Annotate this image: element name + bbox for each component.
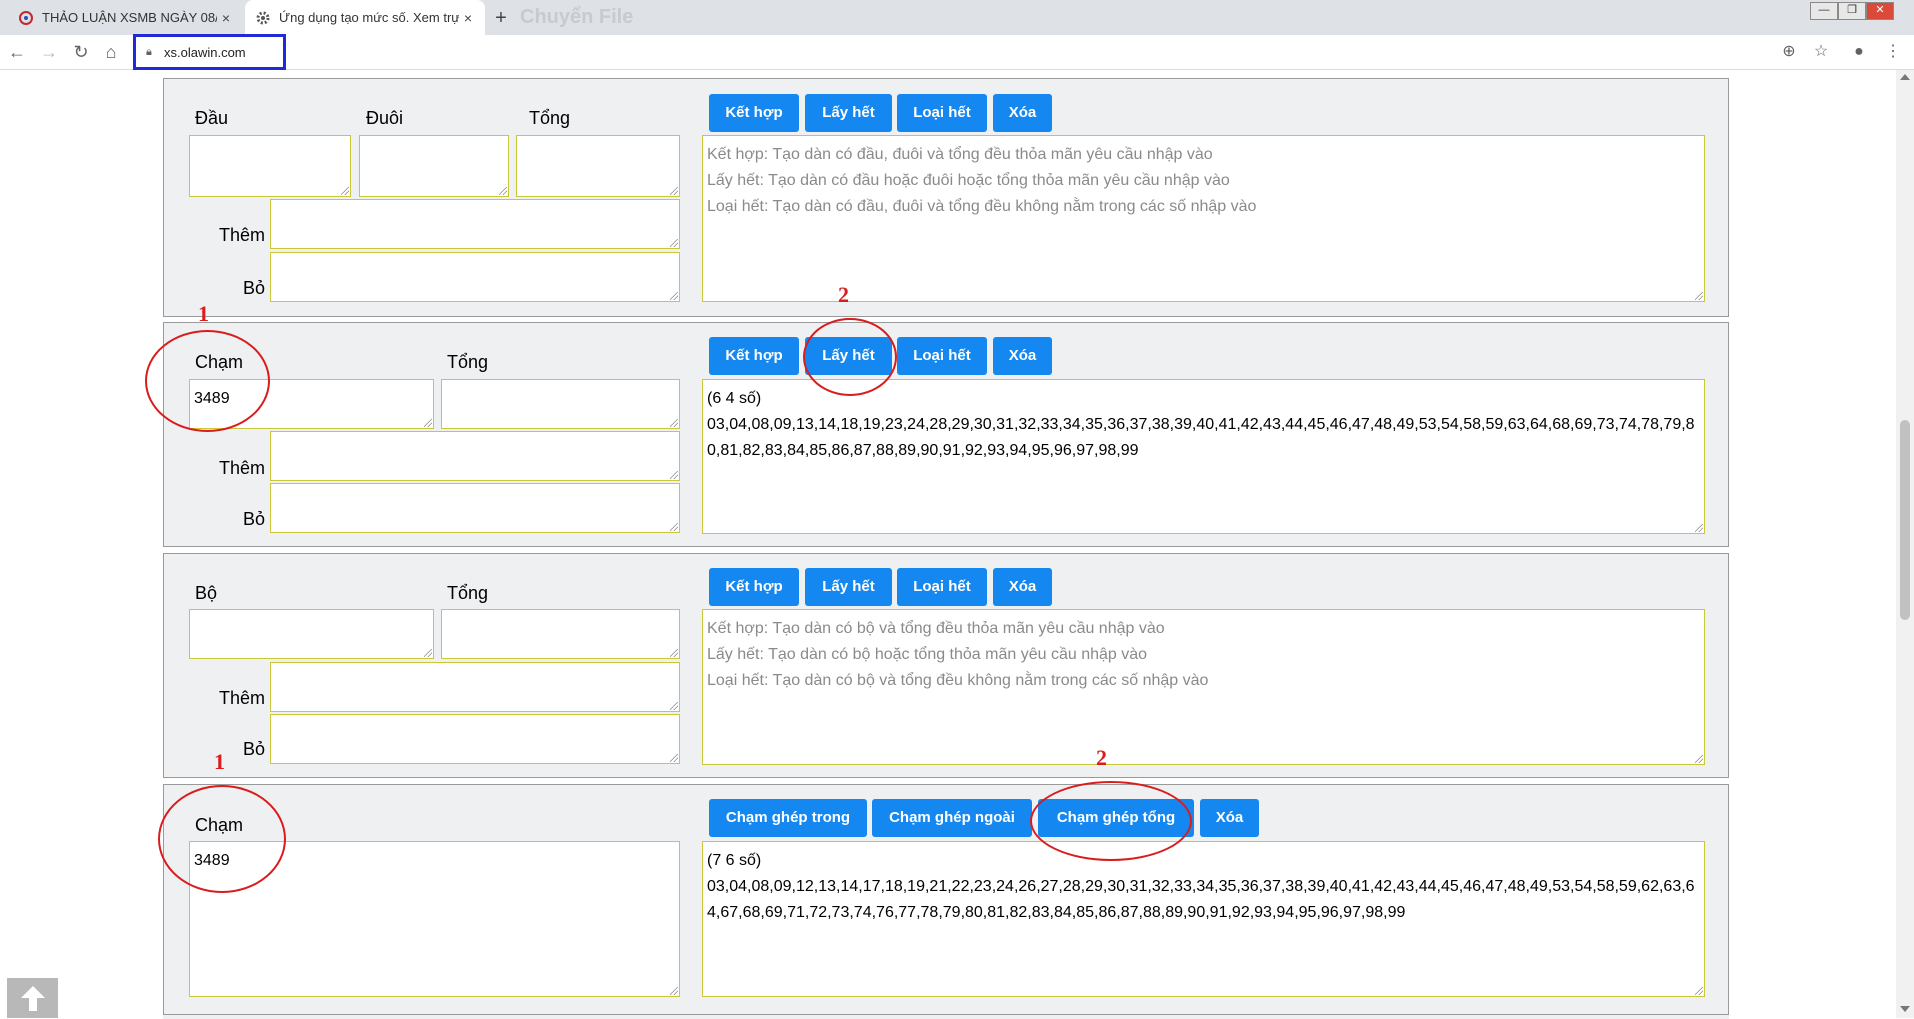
label-tong: Tổng bbox=[447, 352, 489, 372]
annotation-circle-cham bbox=[145, 330, 270, 432]
address-bar[interactable]: 🔒︎ xs.olawin.com bbox=[133, 34, 286, 70]
ket-hop-button[interactable]: Kết hợp bbox=[709, 94, 799, 132]
panel-cham-ghep: Chạm 3489 Chạm ghép trong Chạm ghép ngoà… bbox=[163, 784, 1729, 1016]
tong-input[interactable] bbox=[516, 135, 680, 197]
lock-icon: 🔒︎ bbox=[146, 45, 152, 58]
output-textarea[interactable]: (6 4 số) 03,04,08,09,13,14,18,19,23,24,2… bbox=[702, 379, 1705, 534]
output-result: (7 6 số) 03,04,08,09,12,13,14,17,18,19,2… bbox=[707, 852, 1695, 921]
loai-het-button[interactable]: Loại hết bbox=[897, 337, 987, 375]
label-tong: Tổng bbox=[529, 108, 571, 128]
bookmark-star-icon[interactable]: ☆ bbox=[1810, 41, 1832, 63]
xoa-button[interactable]: Xóa bbox=[993, 568, 1052, 606]
reload-icon[interactable]: ↻ bbox=[70, 41, 92, 63]
bo-input[interactable] bbox=[270, 252, 680, 302]
ket-hop-button[interactable]: Kết hợp bbox=[709, 337, 799, 375]
close-window-button[interactable]: ✕ bbox=[1866, 2, 1894, 20]
xoa-button[interactable]: Xóa bbox=[1200, 799, 1259, 837]
loai-het-button[interactable]: Loại hết bbox=[897, 568, 987, 606]
them-input[interactable] bbox=[270, 662, 680, 712]
label-them: Thêm bbox=[219, 458, 266, 478]
annotation-step-1: 1 bbox=[198, 301, 209, 326]
minimize-button[interactable]: — bbox=[1810, 2, 1838, 20]
output-hint: Kết hợp: Tạo dàn có đầu, đuôi và tổng đề… bbox=[707, 146, 1257, 215]
lay-het-button[interactable]: Lấy hết bbox=[805, 94, 892, 132]
page-scrollbar[interactable] bbox=[1896, 70, 1914, 1018]
forward-icon[interactable]: → bbox=[38, 41, 60, 63]
scrollbar-thumb[interactable] bbox=[1900, 420, 1910, 620]
loai-het-button[interactable]: Loại hết bbox=[897, 94, 987, 132]
home-icon[interactable]: ⌂ bbox=[100, 41, 122, 63]
bo-input[interactable] bbox=[270, 483, 680, 533]
output-textarea[interactable]: Kết hợp: Tạo dàn có bộ và tổng đều thỏa … bbox=[702, 609, 1705, 765]
tong-input[interactable] bbox=[441, 379, 680, 429]
cham-ghep-trong-button[interactable]: Chạm ghép trong bbox=[709, 799, 867, 837]
next-panel-edge bbox=[163, 1014, 1729, 1019]
output-result: (6 4 số) 03,04,08,09,13,14,18,19,23,24,2… bbox=[707, 390, 1695, 459]
gear-favicon-icon bbox=[256, 11, 270, 24]
tab-title: Ứng dụng tạo mức số. Xem trực bbox=[279, 10, 459, 25]
annotation-step-1: 1 bbox=[214, 749, 225, 774]
zoom-icon[interactable]: ⊕ bbox=[1778, 41, 1800, 63]
label-bo: Bỏ bbox=[243, 278, 266, 298]
tab-title: THẢO LUẬN XSMB NGÀY 08/10/ bbox=[42, 10, 217, 25]
duoi-input[interactable] bbox=[359, 135, 509, 197]
url-text: xs.olawin.com bbox=[164, 44, 246, 60]
profile-icon[interactable]: ● bbox=[1848, 41, 1870, 63]
label-bo: Bỏ bbox=[243, 509, 266, 529]
site-favicon-icon bbox=[19, 10, 33, 25]
ket-hop-button[interactable]: Kết hợp bbox=[709, 568, 799, 606]
panel-bo-tong: Bộ Tổng Thêm Bỏ Kết hợp Lấy hết Loại hết… bbox=[163, 553, 1729, 778]
cham-ghep-ngoai-button[interactable]: Chạm ghép ngoài bbox=[872, 799, 1032, 837]
output-textarea[interactable]: (7 6 số) 03,04,08,09,12,13,14,17,18,19,2… bbox=[702, 841, 1705, 997]
tab-strip: THẢO LUẬN XSMB NGÀY 08/10/ × Ứng dụng tạ… bbox=[0, 0, 1914, 35]
label-them: Thêm bbox=[219, 688, 266, 708]
dau-input[interactable] bbox=[189, 135, 351, 197]
them-input[interactable] bbox=[270, 431, 680, 481]
bo-input[interactable] bbox=[270, 714, 680, 764]
restore-button[interactable]: ❐ bbox=[1838, 2, 1866, 20]
tab-close-icon[interactable]: × bbox=[217, 10, 235, 26]
tab-thao-luan[interactable]: THẢO LUẬN XSMB NGÀY 08/10/ × bbox=[8, 0, 243, 35]
scroll-down-arrow-icon[interactable] bbox=[1900, 1006, 1910, 1012]
scroll-up-arrow-icon[interactable] bbox=[1900, 74, 1910, 80]
panel-cham-tong: Chạm Tổng 3489 Thêm Bỏ Kết hợp Lấy hết L… bbox=[163, 322, 1729, 547]
tab-ung-dung[interactable]: Ứng dụng tạo mức số. Xem trực × bbox=[245, 0, 485, 35]
output-hint: Kết hợp: Tạo dàn có bộ và tổng đều thỏa … bbox=[707, 620, 1209, 689]
annotation-circle-cham-ghep-tong bbox=[1030, 781, 1192, 861]
them-input[interactable] bbox=[270, 199, 680, 249]
output-textarea[interactable]: Kết hợp: Tạo dàn có đầu, đuôi và tổng đề… bbox=[702, 135, 1705, 302]
label-duoi: Đuôi bbox=[366, 108, 404, 128]
tong-input[interactable] bbox=[441, 609, 680, 659]
panel-dau-duoi-tong: Đầu Đuôi Tổng Thêm Bỏ Kết hợp Lấy hết Lo… bbox=[163, 78, 1729, 317]
xoa-button[interactable]: Xóa bbox=[993, 337, 1052, 375]
label-bo: Bỏ bbox=[243, 739, 266, 759]
back-to-top-button[interactable] bbox=[7, 978, 58, 1018]
annotation-circle-lay-het bbox=[803, 318, 897, 396]
ghost-text: Chuyển File bbox=[520, 6, 634, 28]
label-bo-set: Bộ bbox=[195, 583, 218, 603]
menu-icon[interactable]: ⋮ bbox=[1882, 41, 1904, 63]
label-them: Thêm bbox=[219, 225, 266, 245]
xoa-button[interactable]: Xóa bbox=[993, 94, 1052, 132]
lay-het-button[interactable]: Lấy hết bbox=[805, 568, 892, 606]
annotation-step-2: 2 bbox=[838, 282, 849, 307]
label-tong: Tổng bbox=[447, 583, 489, 603]
browser-toolbar: ← → ↻ ⌂ ⊕ ☆ ● ⋮ bbox=[0, 35, 1914, 70]
annotation-step-2: 2 bbox=[1096, 745, 1107, 770]
new-tab-button[interactable]: + bbox=[488, 5, 514, 31]
label-dau: Đầu bbox=[195, 108, 229, 128]
tab-close-icon[interactable]: × bbox=[459, 10, 477, 26]
bo-set-input[interactable] bbox=[189, 609, 434, 659]
back-icon[interactable]: ← bbox=[6, 41, 28, 63]
annotation-circle-cham bbox=[158, 785, 286, 893]
